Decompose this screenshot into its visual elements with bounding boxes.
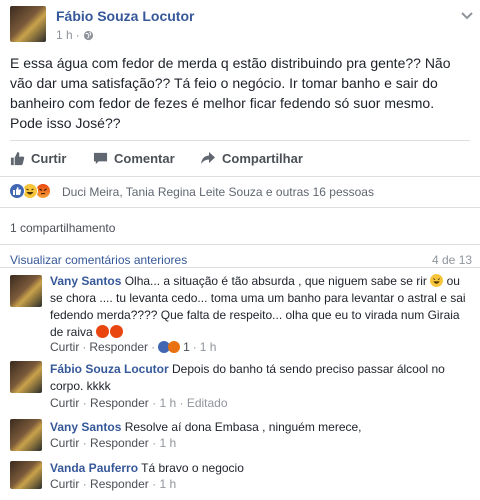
share-label: Compartilhar xyxy=(222,150,303,166)
like-label: Curtir xyxy=(31,150,67,166)
comment-time[interactable]: 1 h xyxy=(159,436,176,450)
comment-reply-link[interactable]: Responder xyxy=(90,436,149,450)
comment-meta: Curtir · Responder · 1 · 1 h xyxy=(50,340,217,354)
comment-body: Tá bravo o negocio xyxy=(138,461,244,475)
comment-reply-link[interactable]: Responder xyxy=(89,340,148,354)
share-icon xyxy=(201,152,215,164)
commenter-avatar[interactable] xyxy=(10,361,42,393)
commenter-avatar[interactable] xyxy=(10,419,42,451)
comment-meta: Curtir · Responder · 1 h xyxy=(50,477,177,491)
chevron-down-icon[interactable] xyxy=(461,8,473,26)
comment-text: Vany Santos Olha... a situação é tão abs… xyxy=(50,273,468,341)
divider xyxy=(0,207,480,208)
angry-emoji-icon xyxy=(110,325,124,338)
comment-text: Vany Santos Resolve aí dona Embasa , nin… xyxy=(50,419,468,436)
like-button[interactable]: Curtir xyxy=(10,148,66,168)
post-author[interactable]: Fábio Souza Locutor xyxy=(56,8,194,24)
commenter-name[interactable]: Fábio Souza Locutor xyxy=(50,362,169,376)
comment-meta: Curtir · Responder · 1 h xyxy=(50,436,177,450)
commenter-name[interactable]: Vanda Pauferro xyxy=(50,461,138,475)
comment-icon xyxy=(93,152,108,164)
comment-text: Fábio Souza Locutor Depois do banho tá s… xyxy=(50,361,468,395)
comment-body: Resolve aí dona Embasa , ninguém merece, xyxy=(121,420,362,434)
share-button[interactable]: Compartilhar xyxy=(200,148,303,168)
divider xyxy=(0,267,480,268)
commenter-name[interactable]: Vany Santos xyxy=(50,420,121,434)
commenter-avatar[interactable] xyxy=(10,275,42,307)
comment-time[interactable]: 1 h xyxy=(159,477,176,491)
comment-meta: Curtir · Responder · 1 h · Editado xyxy=(50,396,228,410)
view-previous-comments[interactable]: Visualizar comentários anteriores xyxy=(10,253,187,267)
divider xyxy=(0,244,480,245)
angry-emoji-icon xyxy=(96,325,110,338)
comment-time[interactable]: 1 h xyxy=(200,340,217,354)
globe-icon xyxy=(83,30,93,40)
comments-count: 4 de 13 xyxy=(432,253,473,267)
comment-time[interactable]: 1 h xyxy=(159,396,176,410)
comment-body-part1: Olha... a situação é tão absurda , que n… xyxy=(121,274,431,288)
shares-count[interactable]: 1 compartilhamento xyxy=(10,221,115,235)
comment-reaction-count: 1 xyxy=(183,340,190,354)
comment-like-link[interactable]: Curtir xyxy=(50,477,79,491)
divider xyxy=(10,140,470,141)
post-meta: 1 h · xyxy=(56,28,94,42)
meta-dot: · xyxy=(75,28,80,42)
comment-reaction[interactable]: 1 xyxy=(158,340,190,354)
angry-reaction-icon xyxy=(168,341,181,353)
laughing-emoji-icon xyxy=(430,274,444,287)
comment-like-link[interactable]: Curtir xyxy=(50,396,79,410)
like-icon xyxy=(10,151,25,165)
comment-reply-link[interactable]: Responder xyxy=(90,477,149,491)
post-time[interactable]: 1 h xyxy=(56,28,73,42)
comment-text: Vanda Pauferro Tá bravo o negocio xyxy=(50,460,468,477)
reaction-icons[interactable] xyxy=(9,183,51,199)
author-avatar[interactable] xyxy=(10,6,46,42)
comment-reply-link[interactable]: Responder xyxy=(90,396,149,410)
commenter-avatar[interactable] xyxy=(10,461,42,489)
commenter-name[interactable]: Vany Santos xyxy=(50,274,121,288)
comment-edited[interactable]: Editado xyxy=(187,396,228,410)
comment-label: Comentar xyxy=(114,150,175,166)
comment-button[interactable]: Comentar xyxy=(93,148,175,168)
like-reaction-icon xyxy=(9,183,25,199)
post-body: E essa água com fedor de merda q estão d… xyxy=(10,55,451,131)
comment-like-link[interactable]: Curtir xyxy=(50,340,79,354)
comment-like-link[interactable]: Curtir xyxy=(50,436,79,450)
divider xyxy=(0,176,480,177)
reactions-summary[interactable]: Duci Meira, Tania Regina Leite Souza e o… xyxy=(62,185,374,199)
